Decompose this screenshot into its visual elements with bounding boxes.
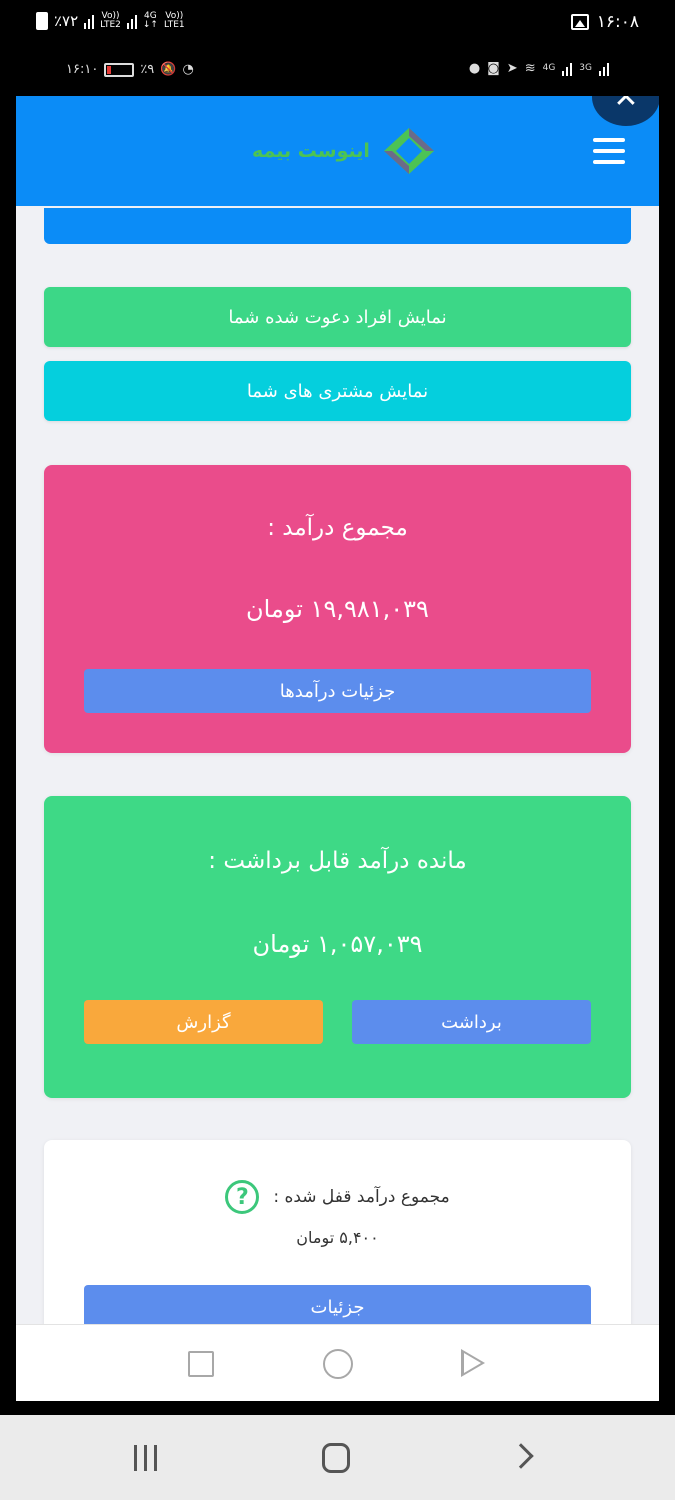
- circle-icon[interactable]: [323, 1349, 353, 1379]
- image-icon: [570, 14, 589, 30]
- back-icon[interactable]: [508, 1443, 534, 1469]
- battery-icon: [36, 12, 48, 30]
- logo-text: اینوست بیمه: [252, 140, 370, 162]
- data-saver-icon: ◔: [182, 62, 194, 77]
- report-button[interactable]: گزارش: [84, 1000, 323, 1044]
- total-income-amount: ۱۹,۹۸۱,۰۳۹ تومان: [246, 595, 429, 623]
- inner-3g-label: 3G: [579, 62, 592, 73]
- chat-icon: ●: [468, 60, 481, 76]
- total-income-title: مجموع درآمد :: [267, 515, 408, 541]
- locked-income-label: مجموع درآمد قفل شده :: [273, 1187, 450, 1207]
- locked-income-row: مجموع درآمد قفل شده : ?: [44, 1180, 631, 1214]
- signal-icon: [84, 13, 95, 29]
- low-battery-icon: [104, 62, 135, 77]
- network-indicator-3: Vo)) LTE1: [164, 12, 185, 30]
- withdrawable-amount: ۱,۰۵۷,۰۳۹ تومان: [252, 930, 423, 958]
- total-income-card: مجموع درآمد : ۱۹,۹۸۱,۰۳۹ تومان جزئیات در…: [44, 465, 631, 753]
- system-nav-bar: [0, 1415, 675, 1500]
- inner-4g-label: 4G: [542, 62, 556, 73]
- square-icon[interactable]: [188, 1351, 214, 1377]
- data-arrows: ↓↑: [142, 20, 158, 30]
- inner-battery-percent: ٪۹: [140, 62, 155, 77]
- home-icon[interactable]: [322, 1443, 350, 1473]
- inner-status-bar: ۱۶:۱۰ ٪۹ 🔕 ◔ ● ◙ ➤ ≋ 4G 3G: [0, 50, 675, 96]
- battery-percent: ٪۷۲: [54, 12, 79, 30]
- system-status-bar: ٪۷۲ Vo)) LTE2 4G ↓↑ Vo)) LTE1 ۱۶:۰۸: [0, 0, 675, 50]
- wifi-icon: ≋: [524, 60, 536, 76]
- status-time: ۱۶:۰۸: [596, 12, 639, 32]
- browser-bottom-nav: [16, 1324, 659, 1401]
- recent-apps-icon[interactable]: [134, 1445, 157, 1471]
- mute-icon: 🔕: [160, 62, 177, 77]
- telegram-icon: ➤: [506, 60, 518, 76]
- menu-icon[interactable]: [593, 138, 625, 164]
- network-indicator-1: Vo)) LTE2: [100, 12, 121, 30]
- income-details-button[interactable]: جزئیات درآمدها: [84, 669, 591, 713]
- lte2-label: LTE2: [100, 20, 121, 30]
- logo[interactable]: اینوست بیمه: [252, 126, 444, 176]
- signal-icon: [599, 60, 609, 76]
- top-blue-section: [44, 208, 631, 244]
- app-screen: اینوست بیمه ✕ نمایش افراد دعوت شده شما ن…: [16, 96, 659, 1401]
- locked-income-amount: ۵,۴۰۰ تومان: [296, 1228, 379, 1247]
- help-icon[interactable]: ?: [225, 1180, 260, 1214]
- show-customers-button[interactable]: نمایش مشتری های شما: [44, 361, 631, 421]
- withdrawable-title: مانده درآمد قابل برداشت :: [208, 848, 467, 874]
- status-right: ۱۶:۰۸: [570, 12, 639, 32]
- network-indicator-2: 4G ↓↑: [143, 12, 158, 30]
- app-header: اینوست بیمه: [16, 96, 659, 206]
- withdraw-button[interactable]: برداشت: [352, 1000, 591, 1044]
- withdrawable-card: مانده درآمد قابل برداشت : ۱,۰۵۷,۰۳۹ توما…: [44, 796, 631, 1098]
- inner-status-right: ● ◙ ➤ ≋ 4G 3G: [469, 60, 609, 76]
- app-icon: ◙: [487, 60, 500, 76]
- play-icon[interactable]: [461, 1349, 485, 1377]
- show-invites-button[interactable]: نمایش افراد دعوت شده شما: [44, 287, 631, 347]
- signal-icon: [562, 60, 573, 76]
- signal-icon: [126, 13, 137, 29]
- inner-status-left: ۱۶:۱۰ ٪۹ 🔕 ◔: [66, 62, 194, 77]
- status-left: ٪۷۲ Vo)) LTE2 4G ↓↑ Vo)) LTE1: [36, 12, 185, 30]
- logo-icon: [383, 128, 434, 174]
- lte1-label: LTE1: [163, 20, 185, 30]
- locked-details-button[interactable]: جزئیات: [84, 1285, 591, 1329]
- inner-time: ۱۶:۱۰: [66, 62, 99, 77]
